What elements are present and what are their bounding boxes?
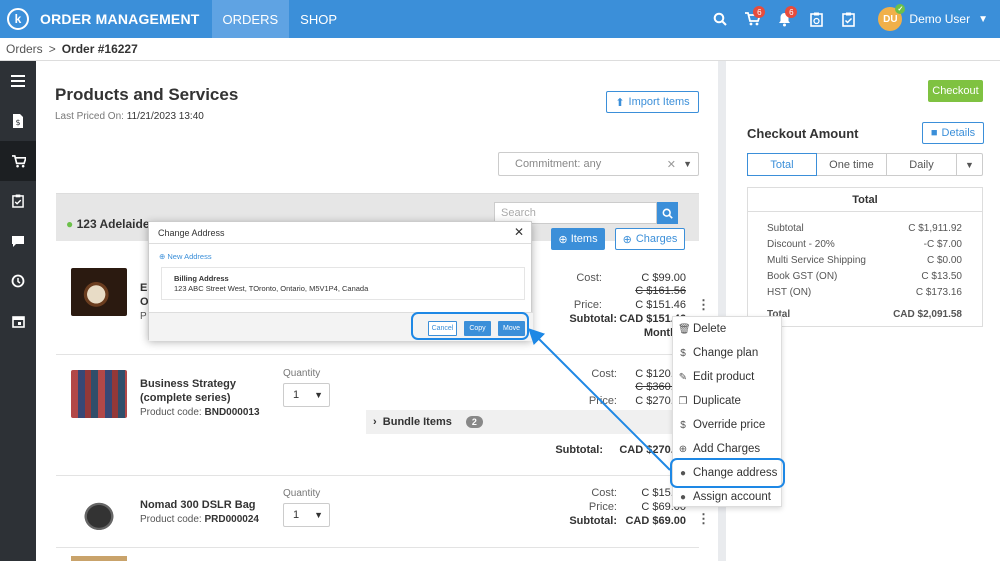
annotation-arrow bbox=[528, 328, 671, 471]
